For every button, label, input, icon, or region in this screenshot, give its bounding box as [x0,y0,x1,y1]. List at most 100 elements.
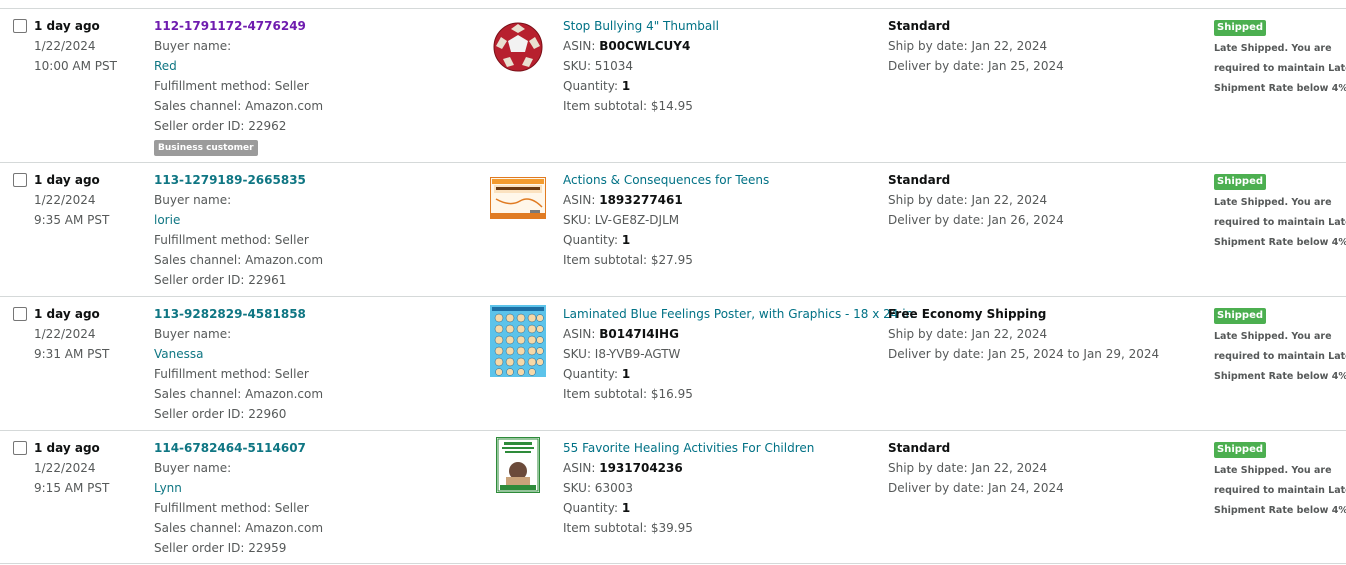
order-checkbox[interactable] [13,173,27,187]
order-row: 1 day ago 1/22/2024 10:00 AM PST 112-179… [0,8,1346,162]
fulfillment-method: Fulfillment method: Seller [154,367,309,381]
order-row: 1 day ago 1/22/2024 9:15 AM PST 114-6782… [0,430,1346,564]
sales-channel: Sales channel: Amazon.com [154,387,324,401]
sales-channel: Sales channel: Amazon.com [154,99,324,113]
order-checkbox[interactable] [13,19,27,33]
product-cell: Laminated Blue Feelings Poster, with Gra… [563,307,917,407]
item-subtotal: Item subtotal: $14.95 [563,99,693,113]
sales-channel: Sales channel: Amazon.com [154,253,324,267]
shipping-cell: Free Economy Shipping Ship by date: Jan … [888,307,1159,367]
status-badge: Shipped [1214,174,1267,190]
order-row: 1 day ago 1/22/2024 9:31 AM PST 113-9282… [0,296,1346,430]
status-note-line: Late Shipped. You are [1214,43,1332,54]
item-subtotal: Item subtotal: $39.95 [563,521,693,535]
status-badge: Shipped [1214,442,1267,458]
order-id-link[interactable]: 113-1279189-2665835 [154,173,323,193]
fulfillment-method: Fulfillment method: Seller [154,233,309,247]
order-id-link[interactable]: 112-1791172-4776249 [154,19,323,39]
order-details-cell: 112-1791172-4776249 Buyer name: Red Fulf… [154,19,323,159]
product-image[interactable] [488,437,548,493]
status-note-line: Shipment Rate below 4% [1214,83,1346,94]
sku: SKU: LV-GE8Z-DJLM [563,213,680,227]
buyer-name-link[interactable]: lorie [154,213,323,233]
shipping-cell: Standard Ship by date: Jan 22, 2024 Deli… [888,19,1064,79]
order-date: 1/22/2024 [34,461,96,475]
order-age: 1 day ago [34,441,100,455]
seller-order-id: Seller order ID: 22961 [154,273,287,287]
status-cell: Shipped Late Shipped. You are required t… [1214,307,1346,387]
shipping-service: Standard [888,441,951,455]
shipping-service: Free Economy Shipping [888,307,1047,321]
product-image[interactable] [488,177,548,233]
order-date-cell: 1 day ago 1/22/2024 9:15 AM PST [34,441,109,501]
product-image[interactable] [488,305,548,377]
buyer-label: Buyer name: [154,327,232,341]
quantity-label: Quantity: [563,501,619,515]
order-time: 9:35 AM PST [34,213,110,227]
status-note-line: required to maintain Late [1214,63,1346,74]
quantity-label: Quantity: [563,233,619,247]
quantity-label: Quantity: [563,79,619,93]
order-checkbox[interactable] [13,307,27,321]
ship-by-date: Ship by date: Jan 22, 2024 [888,327,1048,341]
shipping-cell: Standard Ship by date: Jan 22, 2024 Deli… [888,173,1064,233]
shipping-service: Standard [888,19,951,33]
shipping-cell: Standard Ship by date: Jan 22, 2024 Deli… [888,441,1064,501]
status-cell: Shipped Late Shipped. You are required t… [1214,19,1346,99]
order-details-cell: 113-1279189-2665835 Buyer name: lorie Fu… [154,173,323,293]
product-title-link[interactable]: Laminated Blue Feelings Poster, with Gra… [563,307,917,327]
deliver-by-date: Deliver by date: Jan 26, 2024 [888,213,1064,227]
product-title-link[interactable]: Stop Bullying 4" Thumball [563,19,719,39]
seller-order-id: Seller order ID: 22960 [154,407,287,421]
asin-label: ASIN: [563,39,596,53]
status-cell: Shipped Late Shipped. You are required t… [1214,173,1346,253]
order-date: 1/22/2024 [34,193,96,207]
feelings-poster-icon [490,305,546,377]
product-image[interactable] [488,21,548,77]
status-note-line: Shipment Rate below 4% [1214,371,1346,382]
status-note-line: required to maintain Late [1214,485,1346,496]
status-note-line: Late Shipped. You are [1214,331,1332,342]
consequences-book-icon [490,177,546,219]
order-date: 1/22/2024 [34,39,96,53]
buyer-name-link[interactable]: Red [154,59,323,79]
order-date: 1/22/2024 [34,327,96,341]
deliver-by-date: Deliver by date: Jan 25, 2024 to Jan 29,… [888,347,1160,361]
product-cell: Actions & Consequences for Teens ASIN: 1… [563,173,769,273]
buyer-name-link[interactable]: Lynn [154,481,323,501]
order-time: 9:15 AM PST [34,481,110,495]
status-note-line: required to maintain Late [1214,351,1346,362]
status-cell: Shipped Late Shipped. You are required t… [1214,441,1346,521]
order-age: 1 day ago [34,307,100,321]
buyer-label: Buyer name: [154,39,232,53]
asin-label: ASIN: [563,193,596,207]
order-date-cell: 1 day ago 1/22/2024 9:35 AM PST [34,173,109,233]
fulfillment-method: Fulfillment method: Seller [154,501,309,515]
sku: SKU: I8-YVB9-AGTW [563,347,681,361]
order-id-link[interactable]: 113-9282829-4581858 [154,307,323,327]
thumball-icon [493,22,543,72]
status-badge: Shipped [1214,20,1267,36]
asin-value: 1931704236 [599,461,683,475]
order-id-link[interactable]: 114-6782464-5114607 [154,441,323,461]
order-checkbox[interactable] [13,441,27,455]
product-title-link[interactable]: Actions & Consequences for Teens [563,173,769,193]
seller-order-id: Seller order ID: 22962 [154,119,287,133]
buyer-name-link[interactable]: Vanessa [154,347,323,367]
product-title-link[interactable]: 55 Favorite Healing Activities For Child… [563,441,814,461]
asin-label: ASIN: [563,327,596,341]
product-cell: Stop Bullying 4" Thumball ASIN: B00CWLCU… [563,19,719,119]
order-age: 1 day ago [34,19,100,33]
sku: SKU: 63003 [563,481,633,495]
fulfillment-method: Fulfillment method: Seller [154,79,309,93]
status-note-line: required to maintain Late [1214,217,1346,228]
status-badge: Shipped [1214,308,1267,324]
order-time: 10:00 AM PST [34,59,117,73]
ship-by-date: Ship by date: Jan 22, 2024 [888,461,1048,475]
asin-value: B00CWLCUY4 [599,39,691,53]
asin-value: B0147I4IHG [599,327,679,341]
item-subtotal: Item subtotal: $27.95 [563,253,693,267]
buyer-label: Buyer name: [154,461,232,475]
seller-order-id: Seller order ID: 22959 [154,541,287,555]
quantity-label: Quantity: [563,367,619,381]
